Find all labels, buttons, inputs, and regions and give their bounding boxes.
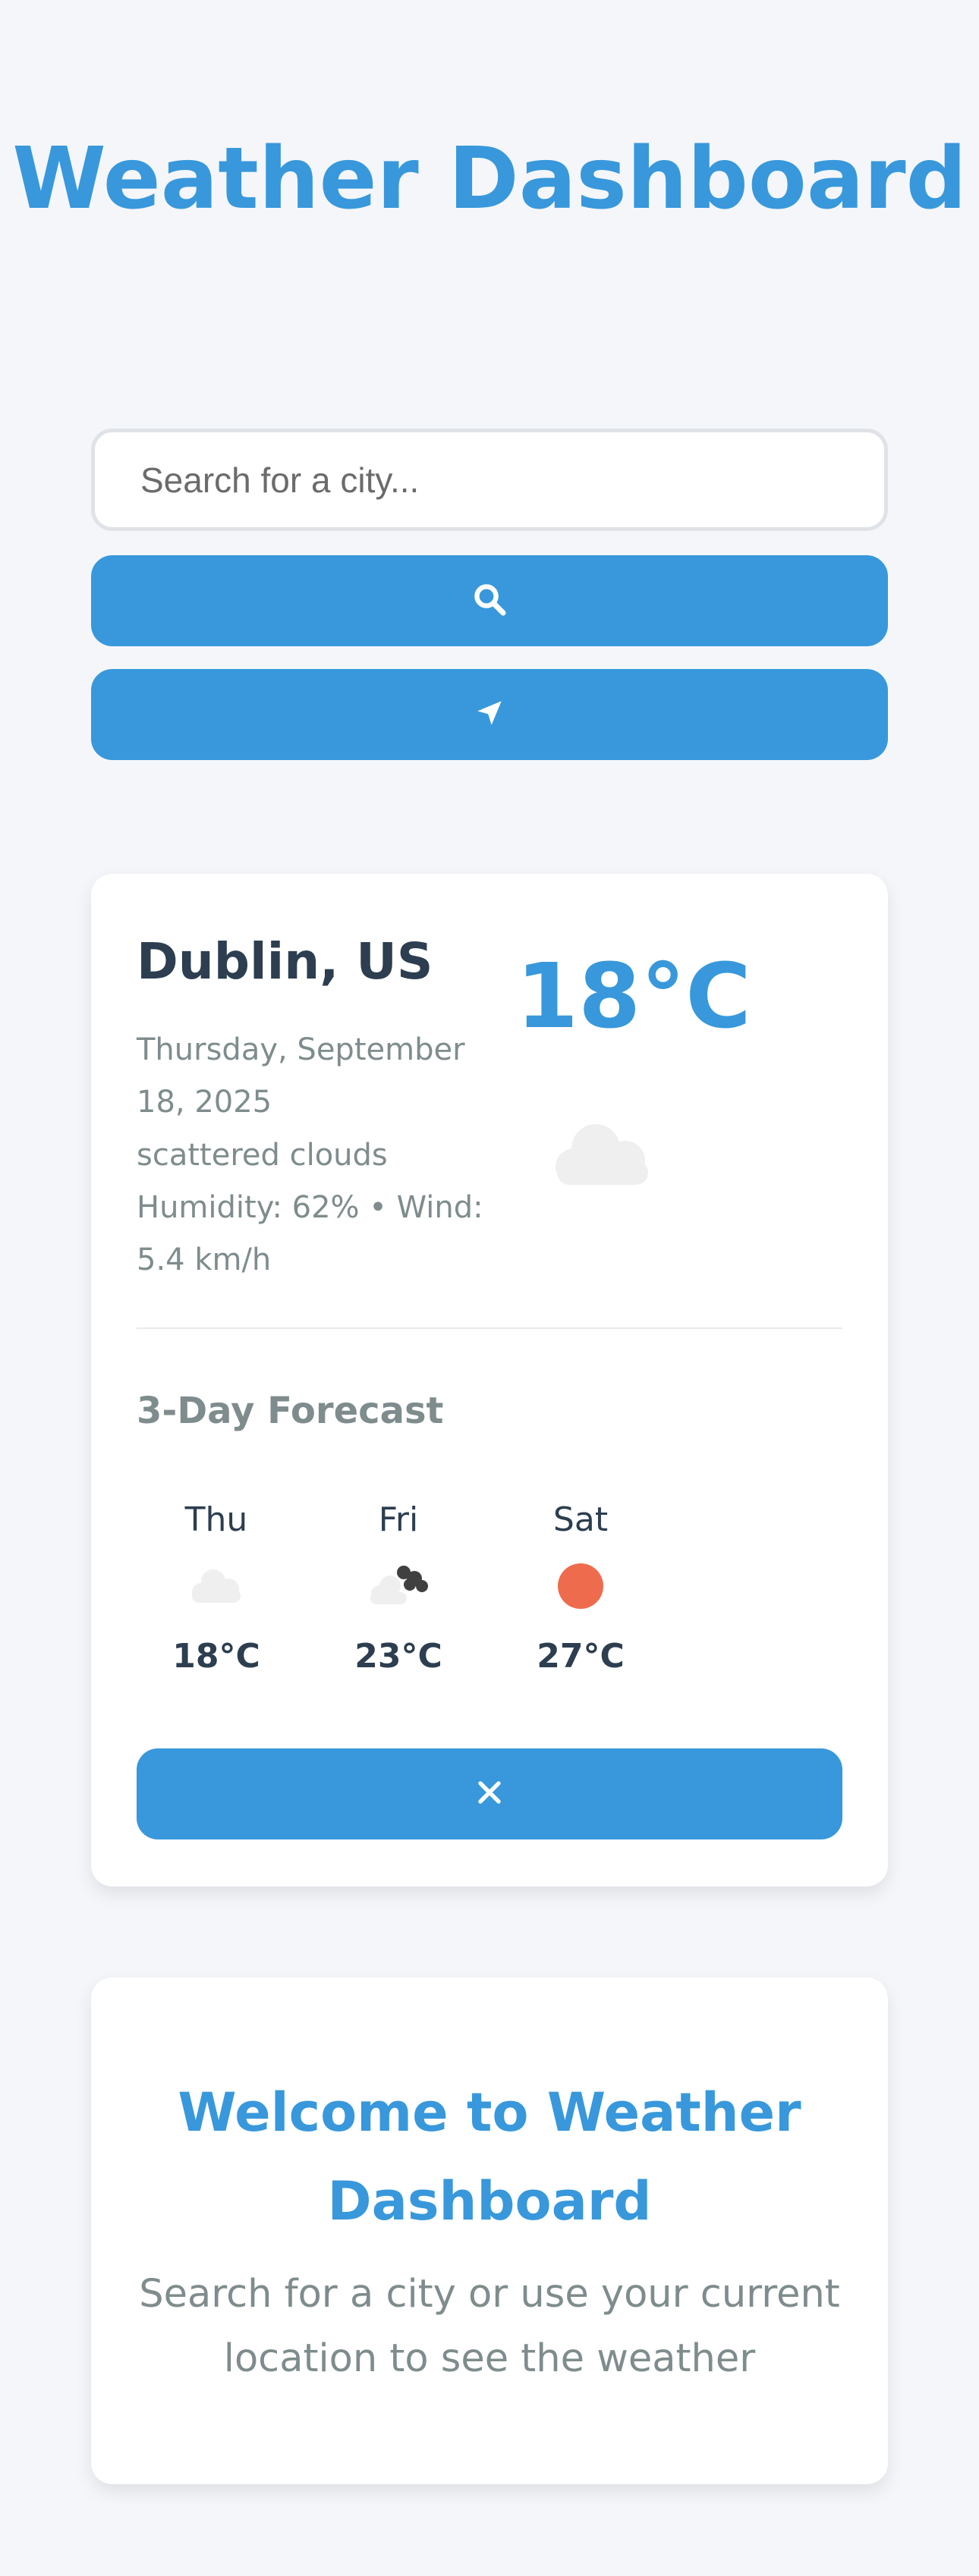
welcome-subtitle: Search for a city or use your current lo… — [139, 2272, 840, 2381]
forecast-temp: 27°C — [537, 1637, 625, 1676]
city-name: Dublin, US — [137, 932, 433, 991]
weather-description: scattered clouds — [137, 1138, 388, 1173]
city-search-input[interactable] — [91, 429, 888, 531]
weather-dashboard-page: Weather Dashboard Dublin, US Thursday, S… — [0, 0, 979, 2576]
search-icon — [471, 581, 508, 620]
forecast-day-name: Thu — [184, 1500, 248, 1539]
location-arrow-icon — [474, 697, 505, 732]
forecast-day-name: Fri — [378, 1500, 419, 1539]
forecast-temp: 18°C — [172, 1637, 260, 1676]
search-button[interactable] — [91, 555, 888, 646]
forecast-day: Thu 18°C — [140, 1494, 292, 1684]
current-weather-card: Dublin, US Thursday, September 18, 2025 … — [91, 874, 888, 1886]
close-weather-button[interactable] — [137, 1748, 842, 1839]
cloud-icon — [186, 1565, 247, 1610]
page-title: Weather Dashboard — [12, 130, 967, 228]
weather-date: Thursday, September 18, 2025 — [137, 1032, 465, 1120]
cloud-icon — [546, 1117, 660, 1195]
forecast-day: Fri 23°C — [323, 1494, 474, 1684]
sun-icon — [554, 1560, 607, 1616]
forecast-day-name: Sat — [552, 1500, 609, 1539]
forecast-title: 3-Day Forecast — [137, 1390, 444, 1432]
broken-clouds-icon — [364, 1563, 433, 1612]
divider — [137, 1327, 842, 1329]
forecast-temp: 23°C — [354, 1637, 442, 1676]
weather-details: Humidity: 62% • Wind: 5.4 km/h — [137, 1190, 483, 1277]
current-temperature: 18°C — [516, 944, 751, 1048]
welcome-title: Welcome to Weather Dashboard — [178, 2081, 801, 2232]
current-location-button[interactable] — [91, 669, 888, 760]
close-icon — [476, 1779, 503, 1809]
forecast-day: Sat 27°C — [505, 1494, 656, 1684]
welcome-card: Welcome to Weather Dashboard Search for … — [91, 1978, 888, 2484]
